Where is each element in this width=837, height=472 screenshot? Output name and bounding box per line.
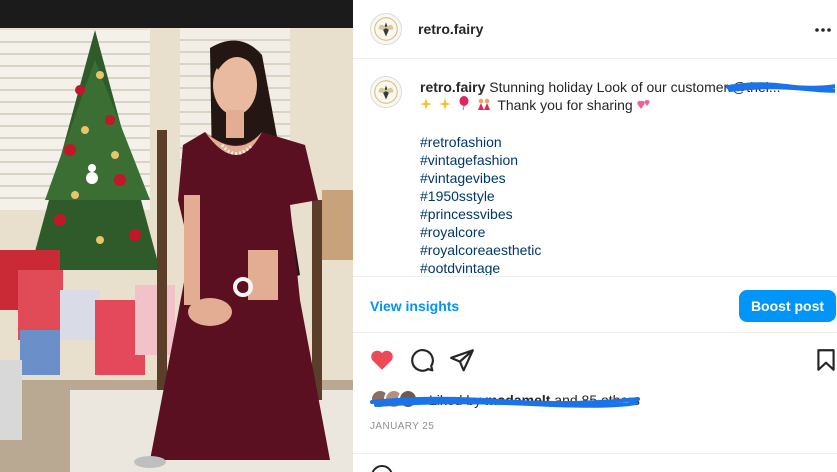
emoji-icon[interactable] xyxy=(370,464,394,472)
post-caption: retro.fairy Stunning holiday Look of our… xyxy=(420,78,835,275)
hashtag-link[interactable]: #vintagefashion xyxy=(420,151,835,169)
two-hearts-icon xyxy=(636,97,651,115)
more-horizontal-icon[interactable] xyxy=(813,20,833,40)
boost-post-button[interactable]: Boost post xyxy=(739,290,836,322)
post-photo[interactable] xyxy=(0,0,353,472)
save-button[interactable] xyxy=(813,347,837,373)
sparkles-icon xyxy=(420,97,432,115)
hashtag-link[interactable]: #1950sstyle xyxy=(420,187,835,205)
caption-thanks: Thank you for sharing xyxy=(497,97,633,113)
post-header: retro.fairy xyxy=(353,0,837,59)
caption-username[interactable]: retro.fairy xyxy=(420,79,485,95)
fairy-logo-icon xyxy=(371,77,401,107)
hashtag-link[interactable]: #royalcore xyxy=(420,223,835,241)
send-icon xyxy=(450,349,474,372)
post-date[interactable]: JANUARY 25 xyxy=(370,421,434,432)
action-bar xyxy=(353,343,837,377)
photo-illustration xyxy=(0,0,353,472)
redaction-scribble xyxy=(370,396,640,408)
bookmark-icon xyxy=(817,349,835,371)
sparkles-icon xyxy=(438,97,451,115)
likes-row: Liked by madamelt and 85 others xyxy=(370,389,830,411)
mention-link[interactable]: @thei... xyxy=(726,78,835,96)
fairy-logo-icon xyxy=(371,14,401,44)
balloon-icon xyxy=(458,96,470,115)
heart-filled-icon xyxy=(371,350,393,370)
view-insights-link[interactable]: View insights xyxy=(370,298,459,314)
hashtag-list: #retrofashion #vintagefashion #vintagevi… xyxy=(420,133,835,275)
comment-icon xyxy=(411,349,434,372)
profile-avatar[interactable] xyxy=(370,13,402,45)
post-details-panel: retro.fairy retro.fairy Stunning holiday… xyxy=(353,0,837,472)
redaction-scribble xyxy=(726,82,835,93)
caption-text: Stunning holiday Look of our customer xyxy=(489,79,729,95)
caption-avatar[interactable] xyxy=(370,76,402,108)
hashtag-link[interactable]: #royalcoreaesthetic xyxy=(420,241,835,259)
hashtag-link[interactable]: #retrofashion xyxy=(420,133,835,151)
hashtag-link[interactable]: #princessvibes xyxy=(420,205,835,223)
comment-button[interactable] xyxy=(409,347,435,373)
like-button[interactable] xyxy=(369,347,395,373)
dancers-icon xyxy=(477,97,491,115)
add-comment-row xyxy=(353,453,837,472)
header-username[interactable]: retro.fairy xyxy=(418,21,483,37)
hashtag-link[interactable]: #ootdvintage xyxy=(420,259,835,275)
caption-section: retro.fairy Stunning holiday Look of our… xyxy=(353,60,837,275)
share-button[interactable] xyxy=(449,347,475,373)
insights-row: View insights Boost post xyxy=(353,276,837,333)
hashtag-link[interactable]: #vintagevibes xyxy=(420,169,835,187)
